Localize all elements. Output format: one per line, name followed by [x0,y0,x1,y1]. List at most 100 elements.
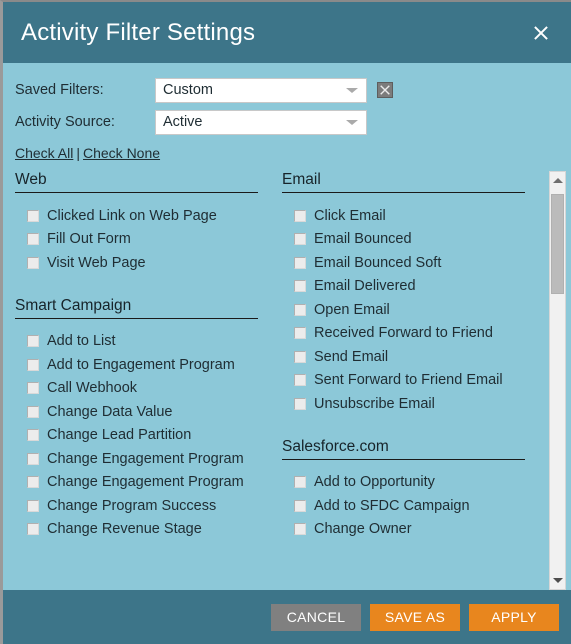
activity-source-select[interactable]: Active [155,109,367,135]
saved-filters-row: Saved Filters: Custom [3,75,571,105]
activity-checkbox-label: Change Engagement Program [47,474,244,491]
vertical-scrollbar[interactable] [549,171,566,590]
apply-button[interactable]: APPLY [469,603,559,631]
activity-checkbox-row[interactable]: Fill Out Form [15,228,258,252]
scroll-down-arrow-icon[interactable] [550,572,565,589]
check-toggle-links: Check All | Check None [3,139,571,161]
check-none-link[interactable]: Check None [83,145,160,161]
links-separator: | [76,145,80,161]
activity-checkbox-label: Email Delivered [314,278,416,295]
activity-checkbox-row[interactable]: Change Owner [282,518,525,542]
checkbox-icon[interactable] [294,350,306,363]
activity-checkbox-label: Add to SFDC Campaign [314,497,470,514]
activities-columns: Web Clicked Link on Web Page Fill Out Form… [3,171,549,590]
checkbox-icon[interactable] [294,256,306,269]
activity-checkbox-label: Change Data Value [47,403,173,420]
activity-checkbox-label: Received Forward to Friend [314,325,493,342]
activity-checkbox-row[interactable]: Add to Engagement Program [15,353,258,377]
activity-section: Smart Campaign Add to List Add to Engageme… [15,297,258,542]
activity-checkbox-label: Add to Opportunity [314,474,435,491]
close-icon[interactable] [527,19,555,47]
chevron-down-icon [346,120,358,125]
activity-checkbox-row[interactable]: Clicked Link on Web Page [15,204,258,228]
activity-checkbox-label: Change Owner [314,521,412,538]
checkbox-icon[interactable] [294,233,306,246]
activity-section: Web Clicked Link on Web Page Fill Out Form… [15,171,258,275]
checkbox-icon[interactable] [27,499,39,512]
checkbox-icon[interactable] [27,382,39,395]
activity-checkbox-label: Change Revenue Stage [47,521,202,538]
activity-checkbox-row[interactable]: Sent Forward to Friend Email [282,369,525,393]
save-as-button[interactable]: SAVE AS [370,603,460,631]
checkbox-icon[interactable] [294,303,306,316]
activity-checkbox-row[interactable]: Change Revenue Stage [15,518,258,542]
cancel-button[interactable]: CANCEL [271,603,361,631]
activity-checkbox-label: Change Program Success [47,497,217,514]
activities-scroll-region: Web Clicked Link on Web Page Fill Out Form… [3,171,571,590]
checkbox-icon[interactable] [27,233,39,246]
activity-filter-settings-dialog: Activity Filter Settings Saved Filters: … [0,0,571,644]
activity-checkbox-row[interactable]: Change Lead Partition [15,424,258,448]
activity-checkbox-row[interactable]: Email Bounced [282,228,525,252]
activities-column-left: Web Clicked Link on Web Page Fill Out Form… [3,171,276,590]
checkbox-icon[interactable] [294,327,306,340]
activity-checkbox-row[interactable]: Change Data Value [15,400,258,424]
checkbox-icon[interactable] [27,429,39,442]
checkbox-icon[interactable] [27,358,39,371]
scroll-up-arrow-icon[interactable] [550,172,565,189]
activity-section: Email Click Email Email Bounced Email Bounc… [282,171,525,416]
activity-checkbox-label: Change Engagement Program [47,450,244,467]
activity-checkbox-row[interactable]: Unsubscribe Email [282,392,525,416]
activity-checkbox-row[interactable]: Change Program Success [15,494,258,518]
checkbox-icon[interactable] [27,256,39,269]
checkbox-icon[interactable] [27,209,39,222]
activity-checkbox-row[interactable]: Send Email [282,345,525,369]
checkbox-icon[interactable] [294,280,306,293]
activity-checkbox-row[interactable]: Add to List [15,330,258,354]
activity-checkbox-row[interactable]: Email Bounced Soft [282,251,525,275]
activity-checkbox-row[interactable]: Call Webhook [15,377,258,401]
activity-checkbox-row[interactable]: Add to SFDC Campaign [282,494,525,518]
section-heading: Smart Campaign [15,297,258,319]
checkbox-icon[interactable] [294,397,306,410]
clear-filter-icon[interactable] [377,82,393,98]
scrollbar-thumb[interactable] [551,194,564,294]
activity-checkbox-label: Unsubscribe Email [314,395,435,412]
activity-checkbox-row[interactable]: Add to Opportunity [282,471,525,495]
checkbox-icon[interactable] [27,405,39,418]
activity-checkbox-label: Open Email [314,301,390,318]
checkbox-icon[interactable] [294,523,306,536]
activity-checkbox-label: Send Email [314,348,389,365]
activity-checkbox-label: Fill Out Form [47,231,131,248]
activity-checkbox-label: Clicked Link on Web Page [47,207,217,224]
checkbox-icon[interactable] [294,374,306,387]
dialog-footer: CANCEL SAVE AS APPLY [3,590,571,644]
activity-checkbox-row[interactable]: Change Engagement Program [15,471,258,495]
activity-checkbox-label: Change Lead Partition [47,427,192,444]
check-all-link[interactable]: Check All [15,145,73,161]
chevron-down-icon [346,88,358,93]
section-heading: Email [282,171,525,193]
checkbox-icon[interactable] [27,335,39,348]
filter-form-area: Saved Filters: Custom Activity Source: A… [3,63,571,139]
activity-checkbox-row[interactable]: Email Delivered [282,275,525,299]
checkbox-icon[interactable] [294,476,306,489]
activity-checkbox-label: Email Bounced [314,231,412,248]
saved-filters-label: Saved Filters: [15,82,104,98]
checkbox-icon[interactable] [27,476,39,489]
checkbox-icon[interactable] [27,523,39,536]
checkbox-icon[interactable] [294,499,306,512]
activity-checkbox-row[interactable]: Change Engagement Program [15,447,258,471]
activity-checkbox-label: Call Webhook [47,380,138,397]
activity-checkbox-row[interactable]: Click Email [282,204,525,228]
checkbox-icon[interactable] [27,452,39,465]
dialog-titlebar: Activity Filter Settings [3,2,571,63]
checkbox-icon[interactable] [294,209,306,222]
section-heading: Web [15,171,258,193]
activity-checkbox-row[interactable]: Visit Web Page [15,251,258,275]
saved-filters-select[interactable]: Custom [155,77,367,103]
activity-checkbox-row[interactable]: Received Forward to Friend [282,322,525,346]
activities-column-right: Email Click Email Email Bounced Email Bounc… [276,171,549,590]
activity-checkbox-row[interactable]: Open Email [282,298,525,322]
activity-checkbox-label: Add to Engagement Program [47,356,235,373]
